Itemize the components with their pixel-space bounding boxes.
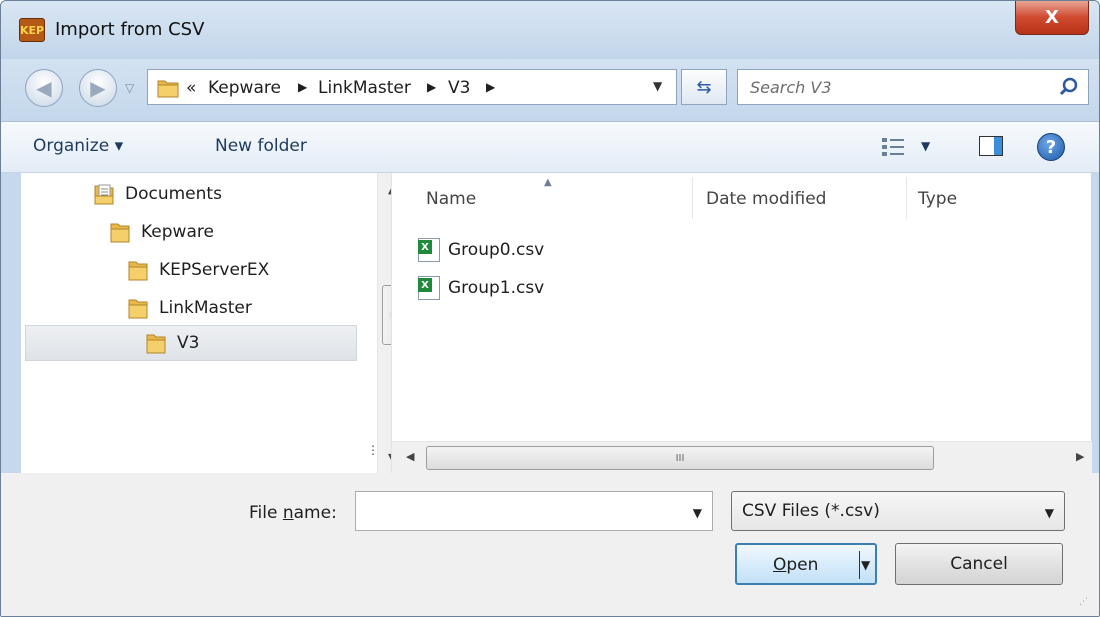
organize-button[interactable]: Organize ▾ [33,136,123,156]
breadcrumb-linkmaster[interactable]: LinkMaster [318,78,411,98]
file-name-label: File name: [249,503,337,523]
resize-grip-icon[interactable]: ⋰ [1079,597,1088,607]
folder-icon [110,223,130,243]
tree-item-label: V3 [177,333,200,353]
documents-icon [94,184,114,205]
file-name: Group0.csv [448,240,545,260]
back-button[interactable]: ◀ [25,69,63,107]
tree-item-label: Kepware [141,222,214,242]
folder-icon [128,261,148,281]
tree-item-label: Documents [125,184,222,204]
folder-icon [157,80,179,98]
label-part: File [249,503,283,523]
file-type-value: CSV Files (*.csv) [742,501,880,521]
open-options-dropdown-icon[interactable]: ▼ [861,558,870,572]
column-divider[interactable] [906,177,907,219]
navigation-bar: ◀ ▶ ▽ « Kepware ▶ LinkMaster ▶ V3 ▶ ▼ ⇆ [1,59,1099,121]
file-name-dropdown-icon[interactable]: ▼ [693,506,702,520]
tree-item-v3[interactable]: V3 [145,326,199,360]
forward-button[interactable]: ▶ [79,69,117,107]
open-button[interactable]: Open ▼ [735,543,877,585]
change-view-icon[interactable] [881,136,907,158]
preview-pane-icon[interactable] [979,136,1003,156]
app-icon-text: KEP [19,23,45,37]
csv-file-icon [418,238,440,262]
file-list-pane: ▲ Name Date modified Type Group0.csv Gro… [391,173,1092,473]
breadcrumb-v3[interactable]: V3 [448,78,470,98]
column-header-type[interactable]: Type [918,189,957,209]
refresh-button[interactable]: ⇆ [681,69,727,105]
breadcrumb-separator[interactable]: ▶ [298,80,307,94]
file-row[interactable]: Group1.csv [418,271,544,305]
import-csv-dialog: KEP Import from CSV X ◀ ▶ ▽ « Kepware ▶ … [0,0,1100,617]
refresh-icon: ⇆ [696,76,712,98]
dialog-footer: File name: ▼ CSV Files (*.csv) ▼ Open ▼ … [1,473,1099,616]
address-bar[interactable]: « Kepware ▶ LinkMaster ▶ V3 ▶ [147,69,677,105]
close-button[interactable]: X [1015,1,1089,35]
tree-item-linkmaster[interactable]: LinkMaster [127,291,252,325]
column-header-name[interactable]: Name [426,189,476,209]
label-accelerator: n [282,503,294,523]
kepware-app-icon: KEP [19,18,45,42]
breadcrumb-kepware[interactable]: Kepware [208,78,281,98]
file-row[interactable]: Group0.csv [418,233,544,267]
file-horizontal-scrollbar[interactable]: ◀ III ▶ [392,441,1092,473]
command-toolbar: Organize ▾ New folder ▼ ? [1,121,1099,173]
new-folder-button[interactable]: New folder [215,136,307,156]
scroll-right-icon[interactable]: ▶ [1076,450,1084,463]
help-icon[interactable]: ? [1037,133,1065,161]
title-bar[interactable]: KEP Import from CSV X [1,1,1099,59]
folder-icon [146,334,166,354]
label-part: pen [786,555,819,575]
breadcrumb-separator[interactable]: ▶ [486,80,495,94]
breadcrumb-separator[interactable]: ▶ [427,80,436,94]
scrollbar-grip: III [675,452,685,464]
search-input[interactable] [750,76,1040,98]
sort-ascending-icon: ▲ [544,177,552,188]
scroll-left-icon[interactable]: ◀ [406,450,414,463]
search-box[interactable] [737,69,1089,105]
cancel-button[interactable]: Cancel [895,543,1063,585]
open-button-label: Open [773,555,818,575]
address-dropdown-icon[interactable]: ▼ [653,79,662,93]
back-arrow-icon: ◀ [36,76,52,100]
breadcrumb-overflow[interactable]: « [186,78,196,98]
scrollbar-thumb[interactable]: III [426,446,934,470]
tree-item-documents[interactable]: Documents [93,177,222,211]
tree-item-label: KEPServerEX [159,260,270,280]
close-icon: X [1045,7,1059,28]
recent-locations-dropdown[interactable]: ▽ [125,81,134,95]
window-title: Import from CSV [55,19,205,40]
csv-file-icon [418,276,440,300]
forward-arrow-icon: ▶ [90,76,106,100]
folder-icon [128,299,148,319]
split-divider [859,551,860,579]
tree-item-kepserverex[interactable]: KEPServerEX [127,253,269,287]
column-header-date-modified[interactable]: Date modified [706,189,826,209]
view-dropdown-icon[interactable]: ▼ [921,139,930,153]
search-icon[interactable] [1058,76,1080,98]
file-type-dropdown-icon[interactable]: ▼ [1045,506,1054,520]
tree-item-label: LinkMaster [159,298,252,318]
tree-item-kepware[interactable]: Kepware [109,215,214,249]
file-name-combobox[interactable]: ▼ [355,491,713,531]
file-type-select[interactable]: CSV Files (*.csv) ▼ [731,491,1065,531]
navigation-pane: Documents Kepware KEPServerEX LinkMaster [21,173,409,473]
column-divider[interactable] [692,177,693,219]
label-part: ame: [293,503,337,523]
label-accelerator: O [773,555,787,575]
file-name: Group1.csv [448,278,545,298]
